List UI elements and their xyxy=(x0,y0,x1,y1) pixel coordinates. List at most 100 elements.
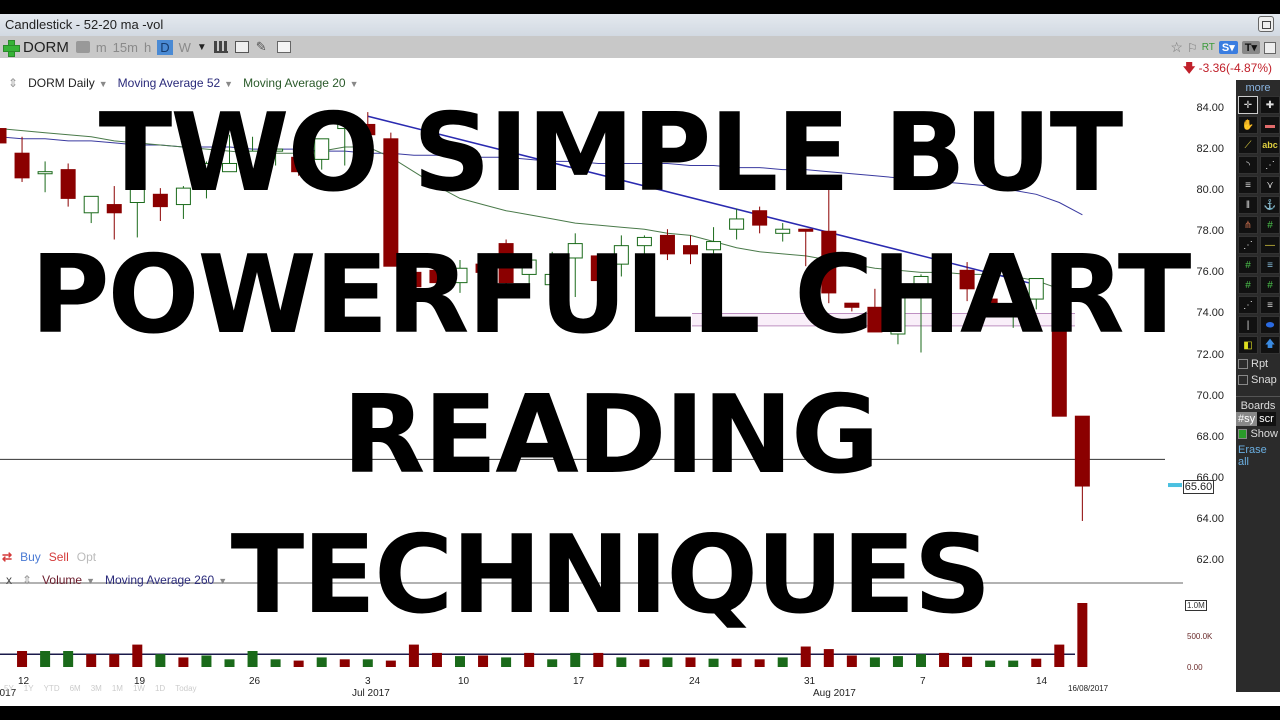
volume-bar xyxy=(754,659,765,667)
range-selector: 5Y 1Y YTD 6M 3M 1M 1W 1D Today xyxy=(4,684,197,693)
range-button[interactable]: 1M xyxy=(112,684,123,693)
volume-bar xyxy=(639,659,650,667)
date-axis-label: 24 xyxy=(689,676,701,687)
volume-bar xyxy=(86,654,97,667)
volume-bar xyxy=(17,651,28,667)
repeat-checkbox[interactable]: Rpt xyxy=(1236,356,1280,372)
range-button[interactable]: Today xyxy=(175,684,196,693)
repeat-checkbox-box xyxy=(1238,359,1248,369)
volume-bar xyxy=(570,652,581,667)
date-axis-label: 17 xyxy=(573,676,585,687)
volume-bar xyxy=(478,655,489,667)
date-axis-label: 26 xyxy=(249,676,261,687)
volume-bar xyxy=(524,652,535,667)
volume-bar xyxy=(916,654,926,667)
anchor-tool-icon[interactable]: ⚓ xyxy=(1260,196,1280,214)
volume-bar xyxy=(892,656,903,667)
snap-label: Snap xyxy=(1251,374,1277,386)
overlay-line: POWERFULL CHART xyxy=(30,233,1192,358)
arrow-up-tool-icon[interactable]: 🡅 xyxy=(1260,336,1280,354)
volume-bar xyxy=(40,651,51,667)
volume-bar xyxy=(685,657,696,667)
text-tool-icon[interactable]: abc xyxy=(1260,136,1280,154)
range-button[interactable]: 3M xyxy=(91,684,102,693)
volume-bar xyxy=(270,659,281,667)
volume-bar xyxy=(455,656,465,667)
range-button[interactable]: 6M xyxy=(70,684,81,693)
range-button[interactable]: 1W xyxy=(133,684,145,693)
volume-bar xyxy=(777,657,788,667)
volume-bar xyxy=(1031,658,1042,667)
volume-bar xyxy=(316,657,327,667)
date-axis-label: 7 xyxy=(920,676,926,687)
overlay-line: READING xyxy=(342,373,879,498)
volume-bar xyxy=(962,656,973,667)
volume-bar xyxy=(501,657,512,667)
candle-down xyxy=(798,228,814,232)
price-axis-label: 78.00 xyxy=(1196,225,1224,238)
date-axis-label: 31 xyxy=(804,676,816,687)
volume-bar xyxy=(1008,660,1019,667)
overlay-line: TWO SIMPLE BUT xyxy=(98,91,1124,216)
gann-grid-tool-icon[interactable]: # xyxy=(1260,216,1280,234)
volume-bar xyxy=(155,654,166,667)
volume-bar xyxy=(823,649,834,667)
month-axis-label: Aug 2017 xyxy=(813,688,856,699)
range-button[interactable]: 1D xyxy=(155,684,165,693)
volume-bar xyxy=(939,652,950,667)
price-axis-label: 72.00 xyxy=(1196,348,1224,361)
eraser-tool-icon[interactable]: ▬ xyxy=(1260,116,1280,134)
last-date-label: 16/08/2017 xyxy=(1068,684,1109,693)
volume-bar xyxy=(846,655,857,667)
candle-up xyxy=(729,218,745,230)
volume-bar xyxy=(201,655,212,667)
volume-bar xyxy=(339,659,350,667)
volume-bar xyxy=(1054,644,1065,667)
date-axis-label: 3 xyxy=(365,676,371,687)
show-label: Show xyxy=(1250,428,1278,440)
ellipse-tool-icon[interactable]: ⬬ xyxy=(1260,316,1280,334)
date-axis-label: 10 xyxy=(458,676,470,687)
volume-bar xyxy=(385,660,396,667)
volume-bar xyxy=(662,657,673,667)
fib-fan-tool-icon[interactable]: ⋎ xyxy=(1260,176,1280,194)
window-icon[interactable] xyxy=(1264,41,1276,54)
volume-bar xyxy=(985,660,996,667)
parallel-lines-tool-icon[interactable]: ≡ xyxy=(1260,256,1280,274)
volume-axis-0: 0.00 xyxy=(1187,663,1203,672)
range-button[interactable]: 1Y xyxy=(24,684,34,693)
range-button[interactable]: YTD xyxy=(44,684,60,693)
crosshair-alt-tool-icon[interactable]: ✚ xyxy=(1260,96,1280,114)
date-axis-label: 14 xyxy=(1036,676,1048,687)
volume-bar xyxy=(616,657,627,667)
volume-bar xyxy=(224,659,235,667)
volume-bar xyxy=(132,644,143,667)
volume-bar xyxy=(547,659,558,667)
fan-tool-icon[interactable]: ⋰ xyxy=(1260,156,1280,174)
volume-bar xyxy=(593,652,604,667)
horizontal-line-tool-icon[interactable]: — xyxy=(1260,236,1280,254)
volume-bar xyxy=(431,652,442,667)
volume-bar xyxy=(247,651,258,667)
volume-bar xyxy=(800,646,811,667)
cycle-tool-icon[interactable]: # xyxy=(1260,276,1280,294)
repeat-label: Rpt xyxy=(1251,358,1269,370)
restore-window-button[interactable] xyxy=(1258,16,1274,32)
pitchfork-tool-icon[interactable]: ⋔ xyxy=(1238,216,1258,234)
dotted-lines-tool-icon[interactable]: ≡ xyxy=(1260,296,1280,314)
volume-axis-500k: 500.0K xyxy=(1187,632,1213,641)
volume-bar xyxy=(362,659,373,667)
volume-bar xyxy=(178,657,189,667)
volume-bar xyxy=(109,654,120,667)
volume-bar xyxy=(408,644,419,667)
more-tools-button[interactable]: more xyxy=(1236,80,1280,94)
volume-bar xyxy=(731,658,742,667)
text-button[interactable]: T▾ xyxy=(1241,41,1260,54)
overlay-line: TECHNIQUES xyxy=(230,513,992,638)
volume-bar xyxy=(708,658,719,667)
month-axis-label: Jul 2017 xyxy=(352,688,390,699)
board-tab-scr[interactable]: scr xyxy=(1257,412,1276,426)
volume-bar xyxy=(63,651,74,667)
volume-bar xyxy=(869,657,880,667)
range-button[interactable]: 5Y xyxy=(4,684,14,693)
